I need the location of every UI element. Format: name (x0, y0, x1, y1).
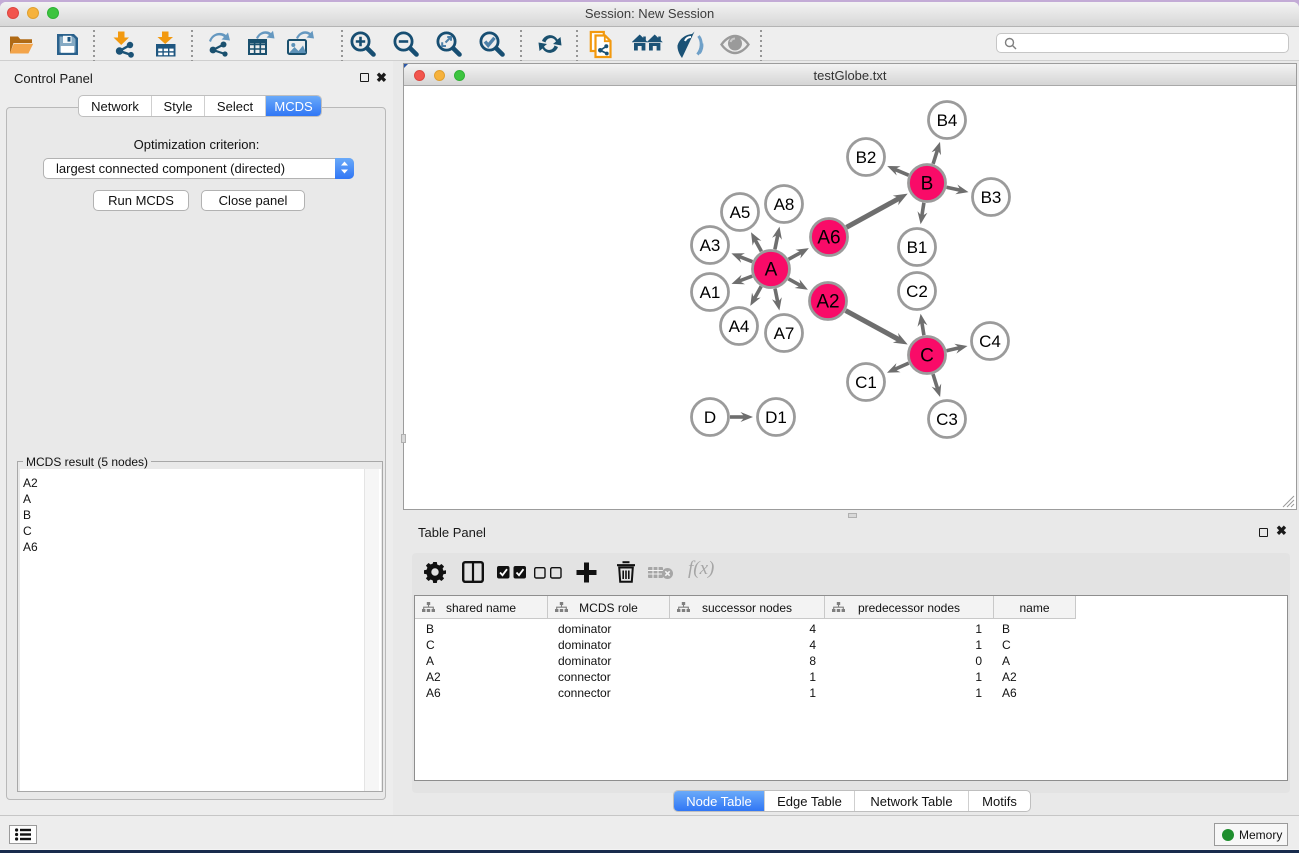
svg-text:C: C (920, 346, 934, 367)
svg-text:C2: C2 (906, 282, 928, 301)
svg-text:D1: D1 (765, 408, 787, 427)
svg-text:A8: A8 (774, 195, 795, 214)
svg-text:A2: A2 (816, 292, 839, 313)
svg-text:B1: B1 (907, 238, 928, 257)
svg-text:A5: A5 (730, 203, 751, 222)
svg-text:C1: C1 (855, 373, 877, 392)
svg-text:B4: B4 (937, 111, 958, 130)
svg-text:B2: B2 (856, 148, 877, 167)
svg-text:A: A (765, 260, 778, 281)
svg-text:A6: A6 (817, 228, 840, 249)
svg-text:A3: A3 (700, 236, 721, 255)
svg-text:B3: B3 (981, 188, 1002, 207)
svg-text:D: D (704, 408, 716, 427)
svg-text:C4: C4 (979, 332, 1001, 351)
svg-text:A4: A4 (729, 317, 750, 336)
svg-text:C3: C3 (936, 410, 958, 429)
svg-text:A1: A1 (700, 283, 721, 302)
svg-text:A7: A7 (774, 324, 795, 343)
svg-text:B: B (921, 174, 934, 195)
